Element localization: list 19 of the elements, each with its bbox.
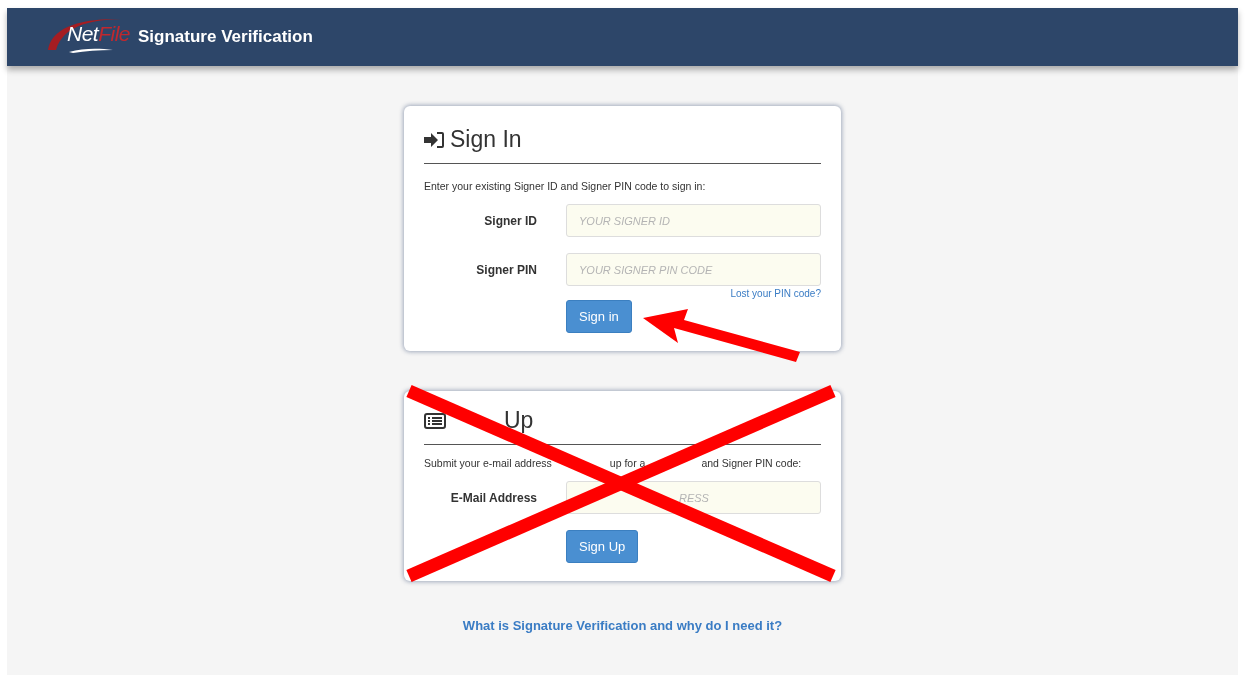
lost-pin-link[interactable]: Lost your PIN code?	[730, 288, 821, 299]
app-title: Signature Verification	[138, 27, 313, 47]
list-icon	[424, 412, 446, 429]
field-label: E-Mail Address	[449, 490, 537, 505]
field-label: Signer ID	[483, 213, 537, 228]
instruction-text: and Signer PIN code:	[701, 457, 802, 469]
logo: NetFile	[47, 17, 131, 53]
info-link[interactable]: What is Signature Verification and why do I need it?	[462, 618, 783, 633]
card-title: Up	[504, 407, 534, 434]
sign-in-button[interactable]: Sign in	[566, 300, 632, 333]
sign-in-icon	[424, 131, 444, 148]
card-title: Sign In	[450, 126, 522, 153]
input-field[interactable]: YOUR SIGNER PIN CODE	[566, 253, 821, 286]
input-field[interactable]: YOUR SIGNER ID	[566, 204, 821, 237]
instruction-text: Enter your existing Signer ID and Signer PIN code to sign in:	[424, 180, 707, 192]
instruction-text: up for a	[609, 457, 646, 469]
sign-up-button[interactable]: Sign Up	[566, 530, 639, 563]
instruction-text: Submit your e-mail address	[424, 457, 552, 469]
field-label: Signer PIN	[475, 262, 537, 277]
